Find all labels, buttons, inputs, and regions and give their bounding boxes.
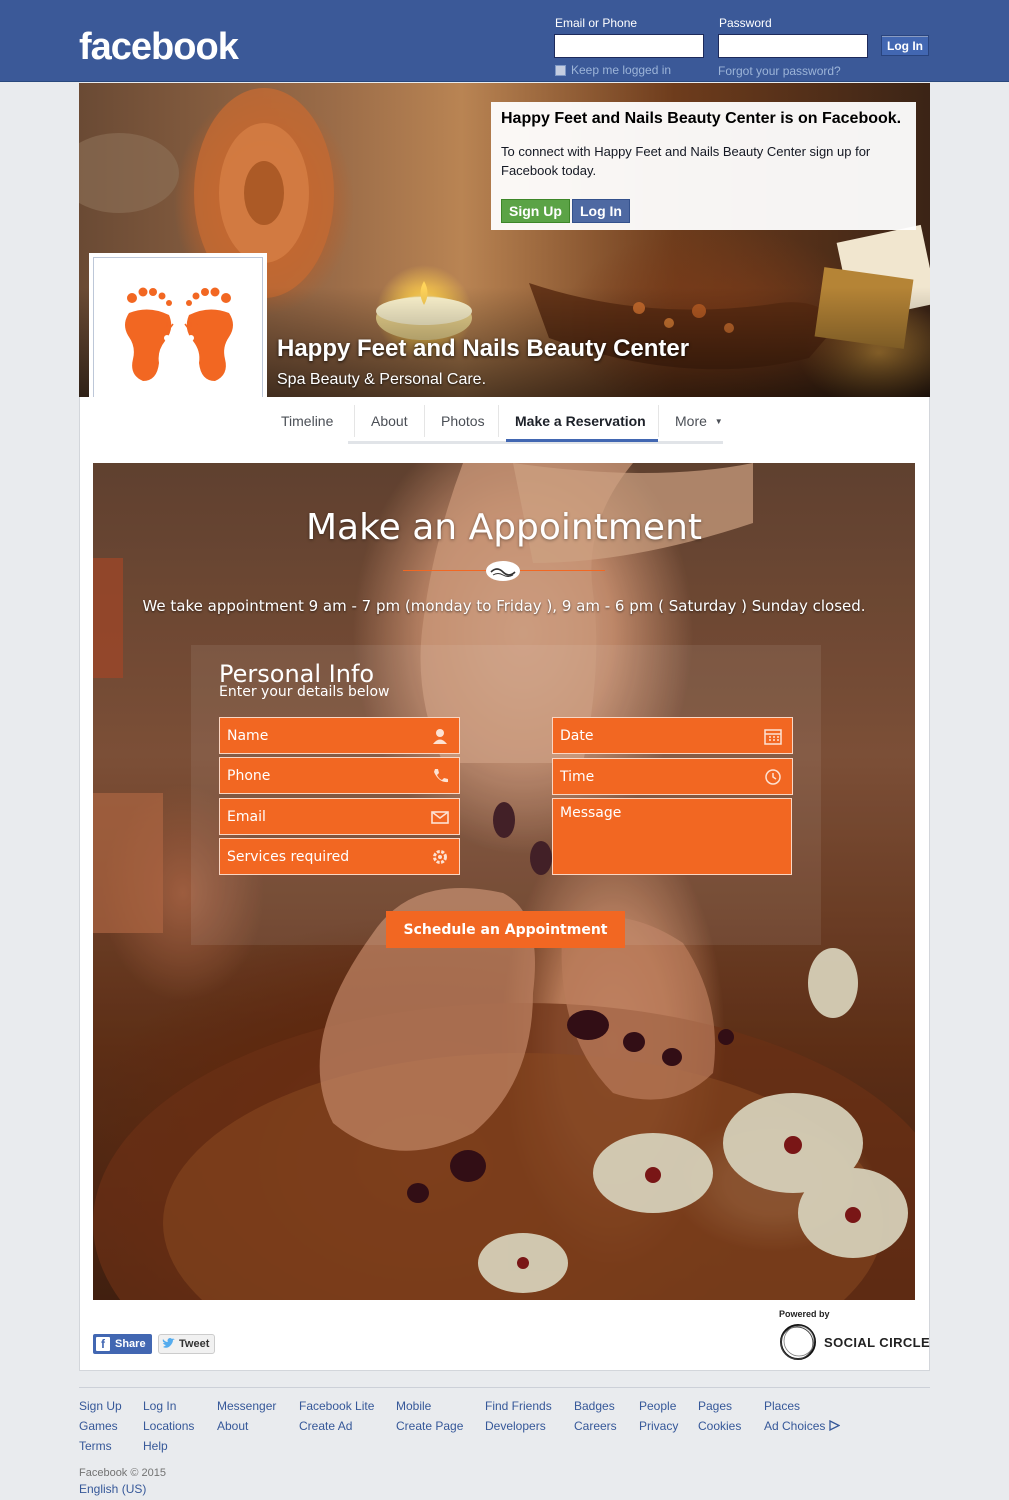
footer-link-messenger[interactable]: Messenger — [217, 1399, 276, 1413]
footer-link-help[interactable]: Help — [143, 1439, 168, 1453]
tweet-button[interactable]: Tweet — [158, 1334, 216, 1354]
ad-choices-label: Ad Choices — [764, 1419, 826, 1433]
social-circle-icon — [780, 1324, 816, 1360]
footer-link-places[interactable]: Places — [764, 1399, 800, 1413]
message-placeholder: Message — [560, 805, 622, 821]
footer-link-mobile[interactable]: Mobile — [396, 1399, 431, 1413]
user-icon — [433, 729, 447, 744]
footer-link-developers[interactable]: Developers — [485, 1419, 546, 1433]
tab-photos[interactable]: Photos — [441, 413, 485, 429]
ad-choices-icon — [829, 1419, 841, 1432]
tab-divider — [498, 405, 499, 437]
phone-field[interactable]: Phone — [219, 757, 460, 794]
page-name[interactable]: Happy Feet and Nails Beauty Center — [277, 335, 689, 363]
login-button[interactable]: Log In — [881, 35, 929, 56]
page-category: Spa Beauty & Personal Care. — [277, 371, 487, 388]
footer-link-terms[interactable]: Terms — [79, 1439, 112, 1453]
phone-icon — [434, 769, 448, 783]
footer-link-privacy[interactable]: Privacy — [639, 1419, 678, 1433]
password-input[interactable] — [718, 34, 868, 58]
footer-link-ad-choices[interactable]: Ad Choices — [764, 1419, 841, 1433]
footer-link-facebook-lite[interactable]: Facebook Lite — [299, 1399, 374, 1413]
keep-logged-in[interactable]: Keep me logged in — [555, 63, 671, 77]
footer-link-locations[interactable]: Locations — [143, 1419, 194, 1433]
phone-placeholder: Phone — [227, 768, 271, 784]
caret-down-icon: ▼ — [714, 417, 723, 426]
footer-divider — [79, 1387, 930, 1388]
join-title: Happy Feet and Nails Beauty Center is on… — [501, 110, 902, 127]
email-input[interactable] — [554, 34, 704, 58]
footer-link-create-ad[interactable]: Create Ad — [299, 1419, 352, 1433]
tab-divider — [354, 405, 355, 437]
language-selector[interactable]: English (US) — [79, 1482, 146, 1496]
email-field[interactable]: Email — [219, 798, 460, 835]
name-placeholder: Name — [227, 728, 269, 744]
name-field[interactable]: Name — [219, 717, 460, 754]
forgot-password-link[interactable]: Forgot your password? — [718, 64, 841, 78]
footer-link-find-friends[interactable]: Find Friends — [485, 1399, 552, 1413]
tab-more-label: More — [675, 413, 707, 429]
footer-link-pages[interactable]: Pages — [698, 1399, 732, 1413]
tweet-label: Tweet — [179, 1338, 210, 1350]
password-label: Password — [719, 16, 772, 30]
footer-link-people[interactable]: People — [639, 1399, 676, 1413]
keep-logged-in-checkbox[interactable] — [555, 64, 566, 76]
facebook-f-icon: f — [96, 1337, 110, 1351]
services-placeholder: Services required — [227, 849, 350, 865]
copyright: Facebook © 2015 — [79, 1467, 166, 1479]
footer-link-log-in[interactable]: Log In — [143, 1399, 176, 1413]
email-placeholder: Email — [227, 809, 266, 825]
tab-make-a-reservation[interactable]: Make a Reservation — [515, 413, 646, 429]
facebook-logo[interactable]: facebook — [79, 26, 239, 69]
tab-more[interactable]: More ▼ — [675, 413, 723, 429]
join-text: To connect with Happy Feet and Nails Bea… — [501, 144, 871, 178]
facebook-share-button[interactable]: f Share — [93, 1334, 152, 1354]
business-hours: We take appointment 9 am - 7 pm (monday … — [142, 597, 866, 615]
share-label: Share — [115, 1338, 146, 1350]
schedule-appointment-button[interactable]: Schedule an Appointment — [386, 911, 625, 948]
date-placeholder: Date — [560, 728, 594, 744]
time-placeholder: Time — [560, 769, 595, 785]
footer-link-sign-up[interactable]: Sign Up — [79, 1399, 122, 1413]
appointment-app: Make an Appointment We take appointment … — [93, 463, 915, 1300]
tab-divider — [424, 405, 425, 437]
twitter-bird-icon — [162, 1338, 175, 1348]
signup-button[interactable]: Sign Up — [501, 199, 570, 223]
footer-link-games[interactable]: Games — [79, 1419, 118, 1433]
tab-divider — [658, 405, 659, 437]
email-label: Email or Phone — [555, 16, 638, 30]
footer-link-badges[interactable]: Badges — [574, 1399, 615, 1413]
personal-info-subtitle: Enter your details below — [219, 684, 390, 700]
clock-icon — [765, 769, 781, 785]
footer-link-create-page[interactable]: Create Page — [396, 1419, 463, 1433]
tab-about[interactable]: About — [371, 413, 408, 429]
social-circle-brand: SOCIAL CIRCLE — [824, 1334, 931, 1350]
services-field[interactable]: Services required — [219, 838, 460, 875]
keep-logged-in-label: Keep me logged in — [571, 63, 672, 77]
footer-link-careers[interactable]: Careers — [574, 1419, 617, 1433]
top-bar: facebook Email or Phone Password Log In … — [0, 0, 1009, 82]
date-field[interactable]: Date — [552, 717, 793, 754]
cover-login-button[interactable]: Log In — [572, 199, 630, 223]
calendar-icon — [764, 729, 782, 745]
powered-by-label: Powered by — [779, 1309, 830, 1319]
time-field[interactable]: Time — [552, 758, 793, 795]
gear-icon — [433, 850, 447, 864]
join-facebook-box: Happy Feet and Nails Beauty Center is on… — [491, 102, 916, 230]
message-field[interactable]: Message — [552, 798, 792, 875]
active-tab-indicator — [506, 439, 658, 442]
footer-link-about[interactable]: About — [217, 1419, 248, 1433]
appointment-title: Make an Appointment — [305, 507, 703, 548]
page-tabs: Timeline About Photos Make a Reservation… — [79, 397, 930, 445]
social-circle-logo[interactable]: SOCIAL CIRCLE — [779, 1323, 930, 1361]
footer-link-cookies[interactable]: Cookies — [698, 1419, 741, 1433]
tab-timeline[interactable]: Timeline — [281, 413, 333, 429]
envelope-icon — [431, 811, 449, 824]
ornament-icon — [486, 561, 520, 581]
